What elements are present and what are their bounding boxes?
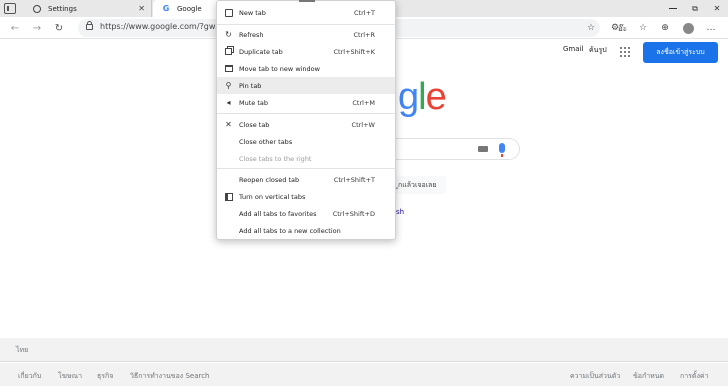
profile-button[interactable] (681, 21, 695, 35)
minimize-button[interactable] (662, 0, 684, 17)
menu-divider (217, 24, 395, 25)
search-box[interactable] (396, 138, 520, 160)
tab-title: Settings (48, 4, 77, 13)
menu-item-reopen-closed-tab[interactable]: Reopen closed tab Ctrl+Shift+T (217, 171, 395, 188)
footer-link-settings[interactable]: การตั้งค่า (680, 371, 709, 382)
footer-link-about[interactable]: เกี่ยวกับ (18, 371, 41, 382)
menu-item-duplicate-tab[interactable]: Duplicate tab Ctrl+Shift+K (217, 43, 395, 60)
menu-divider (217, 113, 395, 114)
duplicate-icon (224, 47, 233, 56)
pin-icon: ⚲ (225, 81, 232, 90)
gmail-link[interactable]: Gmail (563, 45, 583, 53)
sign-in-button[interactable]: ลงชื่อเข้าสู่ระบบ (643, 42, 718, 63)
window-icon (224, 64, 233, 73)
gear-icon (32, 4, 42, 14)
footer-link-business[interactable]: ธุรกิจ (97, 371, 113, 382)
tab-context-menu: New tab Ctrl+T ↻ Refresh Ctrl+R Duplicat… (216, 0, 396, 240)
menu-item-move-to-new-window[interactable]: Move tab to new window (217, 60, 395, 77)
footer-link-privacy[interactable]: ความเป็นส่วนตัว (570, 371, 620, 382)
collections-icon[interactable]: ⊕ (658, 21, 672, 35)
country-label: ไทย (16, 346, 29, 354)
tab-settings[interactable]: Settings ✕ (24, 0, 152, 17)
new-tab-icon (224, 8, 233, 17)
restore-button[interactable]: ⧉ (684, 0, 706, 17)
refresh-icon: ↻ (54, 22, 64, 34)
menu-item-new-tab[interactable]: New tab Ctrl+T (217, 4, 395, 21)
arrow-right-icon: → (32, 22, 42, 34)
footer-link-advertising[interactable]: โฆษณา (58, 371, 82, 382)
favorite-star-icon[interactable]: ☆ (584, 21, 598, 35)
footer-links: เกี่ยวกับ โฆษณา ธุรกิจ วิธีการทำงานของ S… (0, 363, 728, 386)
refresh-icon: ↻ (225, 30, 232, 39)
google-logo: gle (398, 76, 447, 119)
close-window-button[interactable]: ✕ (706, 0, 728, 17)
tab-actions-icon[interactable] (4, 3, 16, 14)
menu-item-refresh[interactable]: ↻ Refresh Ctrl+R (217, 26, 395, 43)
settings-more-icon[interactable]: … (704, 21, 718, 35)
extensions-icon[interactable]: ⚙ (608, 21, 622, 35)
close-tab-icon[interactable]: ✕ (138, 4, 145, 13)
close-icon: ✕ (225, 120, 232, 129)
speaker-icon: ◂ (226, 98, 231, 107)
back-button[interactable]: ← (8, 21, 22, 35)
close-icon: ✕ (713, 4, 721, 13)
menu-item-vertical-tabs[interactable]: Turn on vertical tabs (217, 188, 395, 205)
favorites-icon[interactable]: ☆ (636, 21, 650, 35)
menu-item-close-tabs-right: Close tabs to the right (239, 154, 312, 163)
footer-link-how-search-works[interactable]: วิธีการทำงานของ Search (130, 371, 210, 382)
keyboard-icon[interactable] (478, 146, 488, 152)
lock-icon[interactable] (86, 21, 93, 30)
microphone-icon[interactable] (499, 143, 505, 157)
vertical-tabs-icon (224, 192, 233, 201)
avatar (682, 22, 694, 34)
menu-item-close-other-tabs[interactable]: Close other tabs (217, 133, 395, 150)
footer-link-terms[interactable]: ข้อกำหนด (633, 371, 664, 382)
refresh-button[interactable]: ↻ (52, 21, 66, 35)
google-favicon-icon: G (162, 4, 170, 13)
tab-title: Google (177, 4, 202, 13)
window-controls: ⧉ ✕ (662, 0, 728, 17)
menu-item-mute-tab[interactable]: ◂ Mute tab Ctrl+M (217, 94, 395, 111)
footer-country-bar: ไทย (0, 338, 728, 362)
menu-item-add-to-collection[interactable]: Add all tabs to a new collection (217, 222, 395, 239)
images-link[interactable]: ค้นรูป (589, 45, 607, 56)
menu-item-close-tab[interactable]: ✕ Close tab Ctrl+W (217, 116, 395, 133)
forward-button[interactable]: → (30, 21, 44, 35)
restore-icon: ⧉ (692, 3, 698, 13)
menu-pointer (299, 0, 315, 2)
apps-grid-icon[interactable] (620, 47, 630, 57)
arrow-left-icon: ← (10, 22, 20, 34)
menu-item-add-to-favorites[interactable]: Add all tabs to favorites Ctrl+Shift+D (217, 205, 395, 222)
minimize-icon (669, 8, 677, 9)
language-offer-link[interactable]: sh (396, 208, 404, 216)
logo-letters: gle (398, 76, 447, 118)
feeling-lucky-button[interactable]: ูกแล้วเจอเลย (396, 176, 446, 194)
menu-divider (217, 168, 395, 169)
menu-item-pin-tab[interactable]: ⚲ Pin tab (217, 77, 395, 94)
